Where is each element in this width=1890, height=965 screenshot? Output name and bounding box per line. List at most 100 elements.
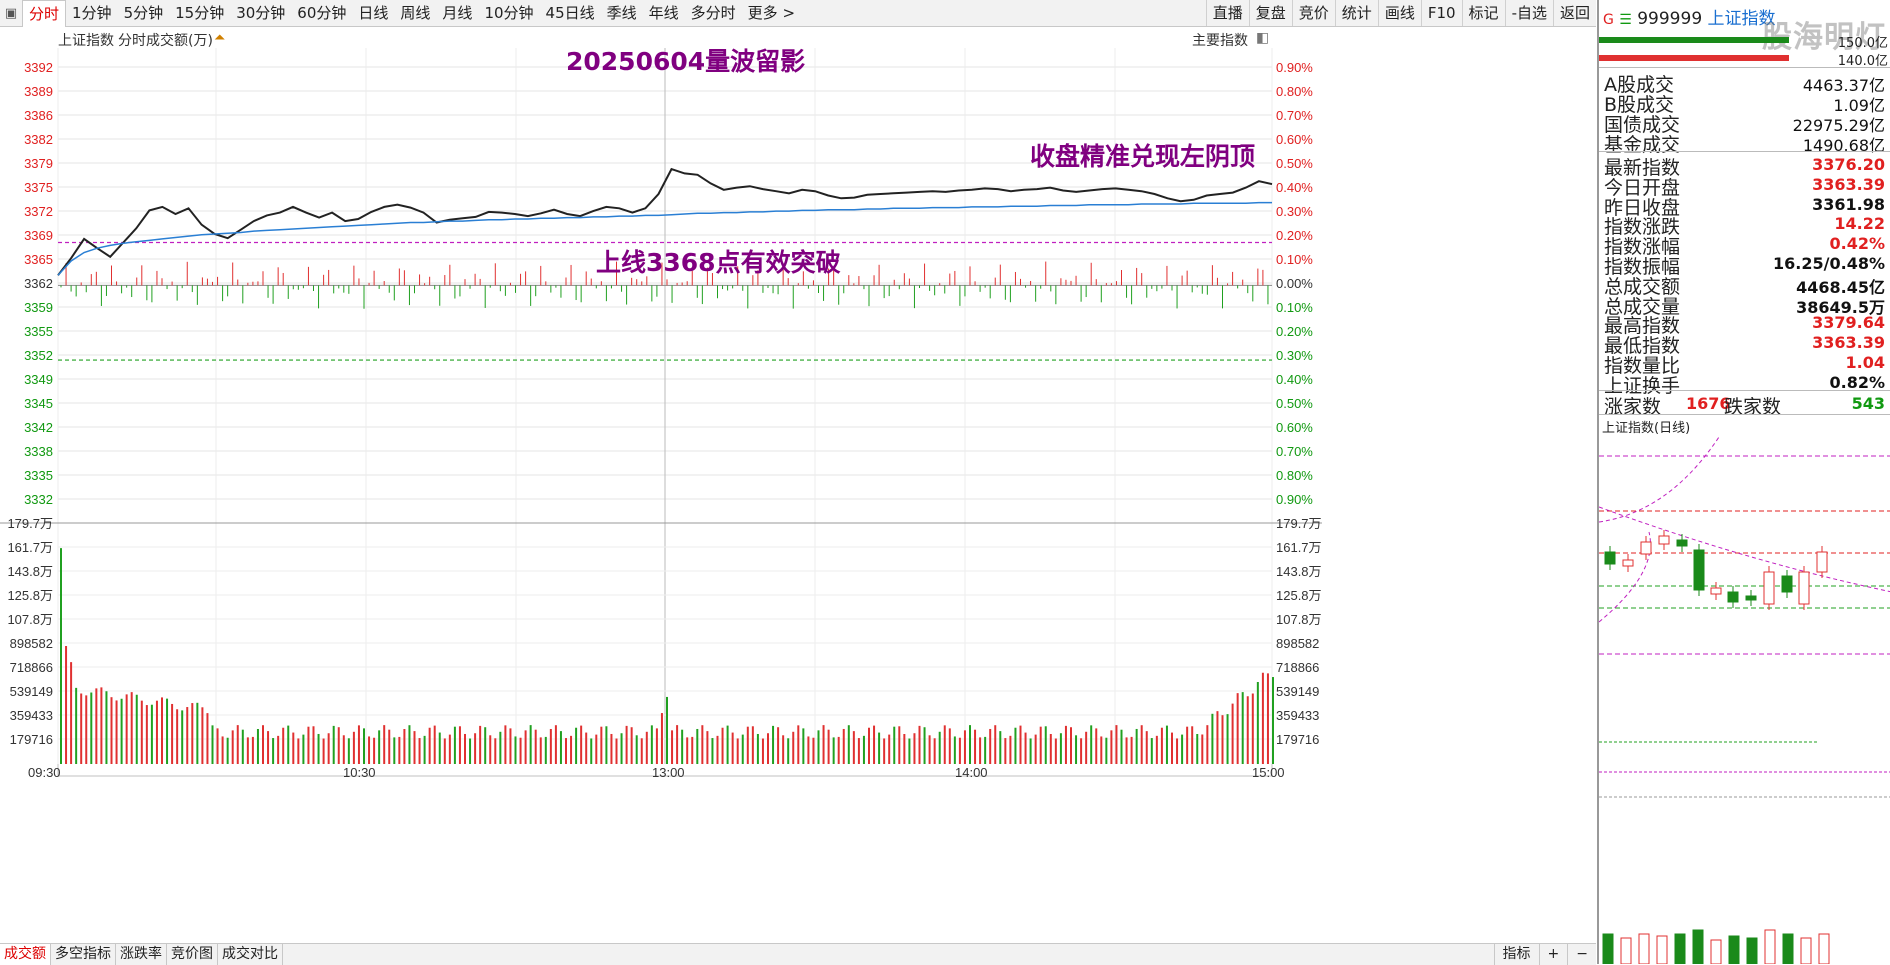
toolbar-button-0[interactable]: 直播 <box>1205 0 1249 26</box>
mini-trend-line <box>1599 436 1720 523</box>
mini-volume-bar <box>1746 937 1758 964</box>
period-tab-10[interactable]: 45日线 <box>540 0 601 26</box>
stat-value: 3376.20 <box>1812 155 1885 174</box>
period-tab-9[interactable]: 10分钟 <box>478 0 539 26</box>
stat-value: 16.25/0.48% <box>1773 254 1885 273</box>
indicator-tab-3[interactable]: 竞价图 <box>167 944 218 965</box>
volume-tick-label: 539149 <box>10 684 53 699</box>
mode-label: 分时 <box>118 33 146 49</box>
pct-tick-label: 0.50% <box>1276 156 1313 171</box>
volume-tick-label: 125.8万 <box>7 588 53 603</box>
mini-volume-bar <box>1782 933 1794 964</box>
volume-unit-label: 成交额(万) <box>146 33 213 49</box>
price-tick-label: 3369 <box>24 228 53 243</box>
pct-tick-label: 1.00% <box>1276 48 1313 51</box>
mini-volume-bar <box>1818 933 1830 964</box>
price-tick-label: 3359 <box>24 300 53 315</box>
volume-tick-label-right: 718866 <box>1276 660 1319 675</box>
indicator-tab-4[interactable]: 成交对比 <box>218 944 283 965</box>
toolbar-button-1[interactable]: 复盘 <box>1248 0 1292 26</box>
annotation-breakout: 上线3368点有效突破 <box>596 248 841 277</box>
main-index-button[interactable]: 主要指数 <box>1192 30 1248 50</box>
bell-icon[interactable]: ⏶ <box>214 30 225 46</box>
period-tab-0[interactable]: 分时 <box>22 0 67 27</box>
indicator-tab-1[interactable]: 多空指标 <box>51 944 116 965</box>
mini-candle <box>1658 535 1670 545</box>
period-tab-14[interactable]: 更多 > <box>742 0 801 26</box>
mini-candle <box>1816 551 1828 573</box>
mini-candle <box>1693 549 1705 591</box>
period-tab-4[interactable]: 30分钟 <box>230 0 291 26</box>
mini-candle <box>1710 587 1722 595</box>
period-tab-1[interactable]: 1分钟 <box>66 0 118 26</box>
price-tick-label: 3365 <box>24 252 53 267</box>
volume-tick-label-right: 898582 <box>1276 636 1319 651</box>
mini-volume-bar <box>1620 937 1632 964</box>
indicator-button-1[interactable]: + <box>1538 944 1568 965</box>
pct-tick-label: 0.20% <box>1276 228 1313 243</box>
intraday-chart[interactable]: 3396 1.00% 3392 0.90% 3389 0.80% 3386 0.70% 3382… <box>0 48 1596 943</box>
period-tab-5[interactable]: 60分钟 <box>291 0 352 26</box>
index-name-label: 上证指数 <box>58 33 114 49</box>
mini-volume-bar <box>1602 933 1614 964</box>
volume-tick-label: 898582 <box>10 636 53 651</box>
price-tick-label: 3372 <box>24 204 53 219</box>
pct-tick-label: 0.80% <box>1276 84 1313 99</box>
mini-candle <box>1676 539 1688 547</box>
toggle-icon[interactable]: ◧ <box>1256 30 1269 46</box>
volume-tick-label: 179.7万 <box>7 516 53 531</box>
price-tick-label: 3382 <box>24 132 53 147</box>
fall-count: 543 <box>1851 394 1885 413</box>
mini-volume-bar <box>1710 939 1722 964</box>
pct-tick-label: 0.30% <box>1276 204 1313 219</box>
indicator-button-2[interactable]: − <box>1567 944 1596 965</box>
volume-tick-label-right: 179.7万 <box>1276 516 1322 531</box>
volume-tick-label-right: 359433 <box>1276 708 1319 723</box>
time-tick-label: 13:00 <box>652 765 685 780</box>
quote-sidebar: G ☰ 999999 上证指数 股海明灯 150.0亿 140.0亿 A股成交 4… <box>1597 0 1890 964</box>
period-tab-8[interactable]: 月线 <box>436 0 478 26</box>
pct-tick-label: 0.40% <box>1276 180 1313 195</box>
mini-volume-bar <box>1764 929 1776 964</box>
period-tab-3[interactable]: 15分钟 <box>169 0 230 26</box>
indicator-tab-2[interactable]: 涨跌率 <box>116 944 167 965</box>
indicator-tab-0[interactable]: 成交额 <box>0 944 51 965</box>
stat-value: 1.04 <box>1845 353 1885 372</box>
toolbar-button-7[interactable]: -自选 <box>1504 0 1553 26</box>
period-tab-7[interactable]: 周线 <box>394 0 436 26</box>
toolbar-button-6[interactable]: 标记 <box>1461 0 1505 26</box>
toolbar-button-2[interactable]: 竞价 <box>1291 0 1335 26</box>
pct-tick-label: 0.60% <box>1276 132 1313 147</box>
indicator-button-0[interactable]: 指标 <box>1493 944 1539 965</box>
code-text: 999999 <box>1637 9 1703 29</box>
volume-tick-label-right: 125.8万 <box>1276 588 1322 603</box>
toolbar-button-3[interactable]: 统计 <box>1334 0 1378 26</box>
volume-tick-label-right: 179716 <box>1276 732 1319 747</box>
breadth-row: 涨家数 1676 跌家数 543 <box>1602 392 1889 418</box>
period-tab-13[interactable]: 多分时 <box>685 0 742 26</box>
pct-tick-label: 0.20% <box>1276 324 1313 339</box>
stat-value: 0.82% <box>1829 372 1885 392</box>
toolbar-button-4[interactable]: 画线 <box>1377 0 1421 26</box>
daily-mini-chart[interactable] <box>1599 432 1890 964</box>
volume-tick-label: 179716 <box>10 732 53 747</box>
volume-tick-label-right: 107.8万 <box>1276 612 1322 627</box>
pct-tick-label: 0.90% <box>1276 492 1313 507</box>
mini-volume-bar <box>1692 929 1704 964</box>
toolbar-button-8[interactable]: 返回 <box>1552 0 1596 26</box>
mini-candle <box>1781 575 1793 593</box>
stat-value: 3363.39 <box>1812 333 1885 353</box>
price-tick-label: 3338 <box>24 444 53 459</box>
period-tab-2[interactable]: 5分钟 <box>118 0 170 26</box>
mini-volume-bar <box>1638 933 1650 964</box>
toolbar-button-5[interactable]: F10 <box>1420 0 1462 26</box>
time-tick-label: 10:30 <box>343 765 376 780</box>
pct-tick-label: 0.90% <box>1276 60 1313 75</box>
period-tab-12[interactable]: 年线 <box>643 0 685 26</box>
mini-volume-bar <box>1800 937 1812 964</box>
mini-candle <box>1640 541 1652 555</box>
menu-icon[interactable]: ▣ <box>0 0 22 26</box>
period-tab-11[interactable]: 季线 <box>601 0 643 26</box>
security-code: G ☰ 999999 上证指数 <box>1603 9 1776 29</box>
period-tab-6[interactable]: 日线 <box>352 0 394 26</box>
